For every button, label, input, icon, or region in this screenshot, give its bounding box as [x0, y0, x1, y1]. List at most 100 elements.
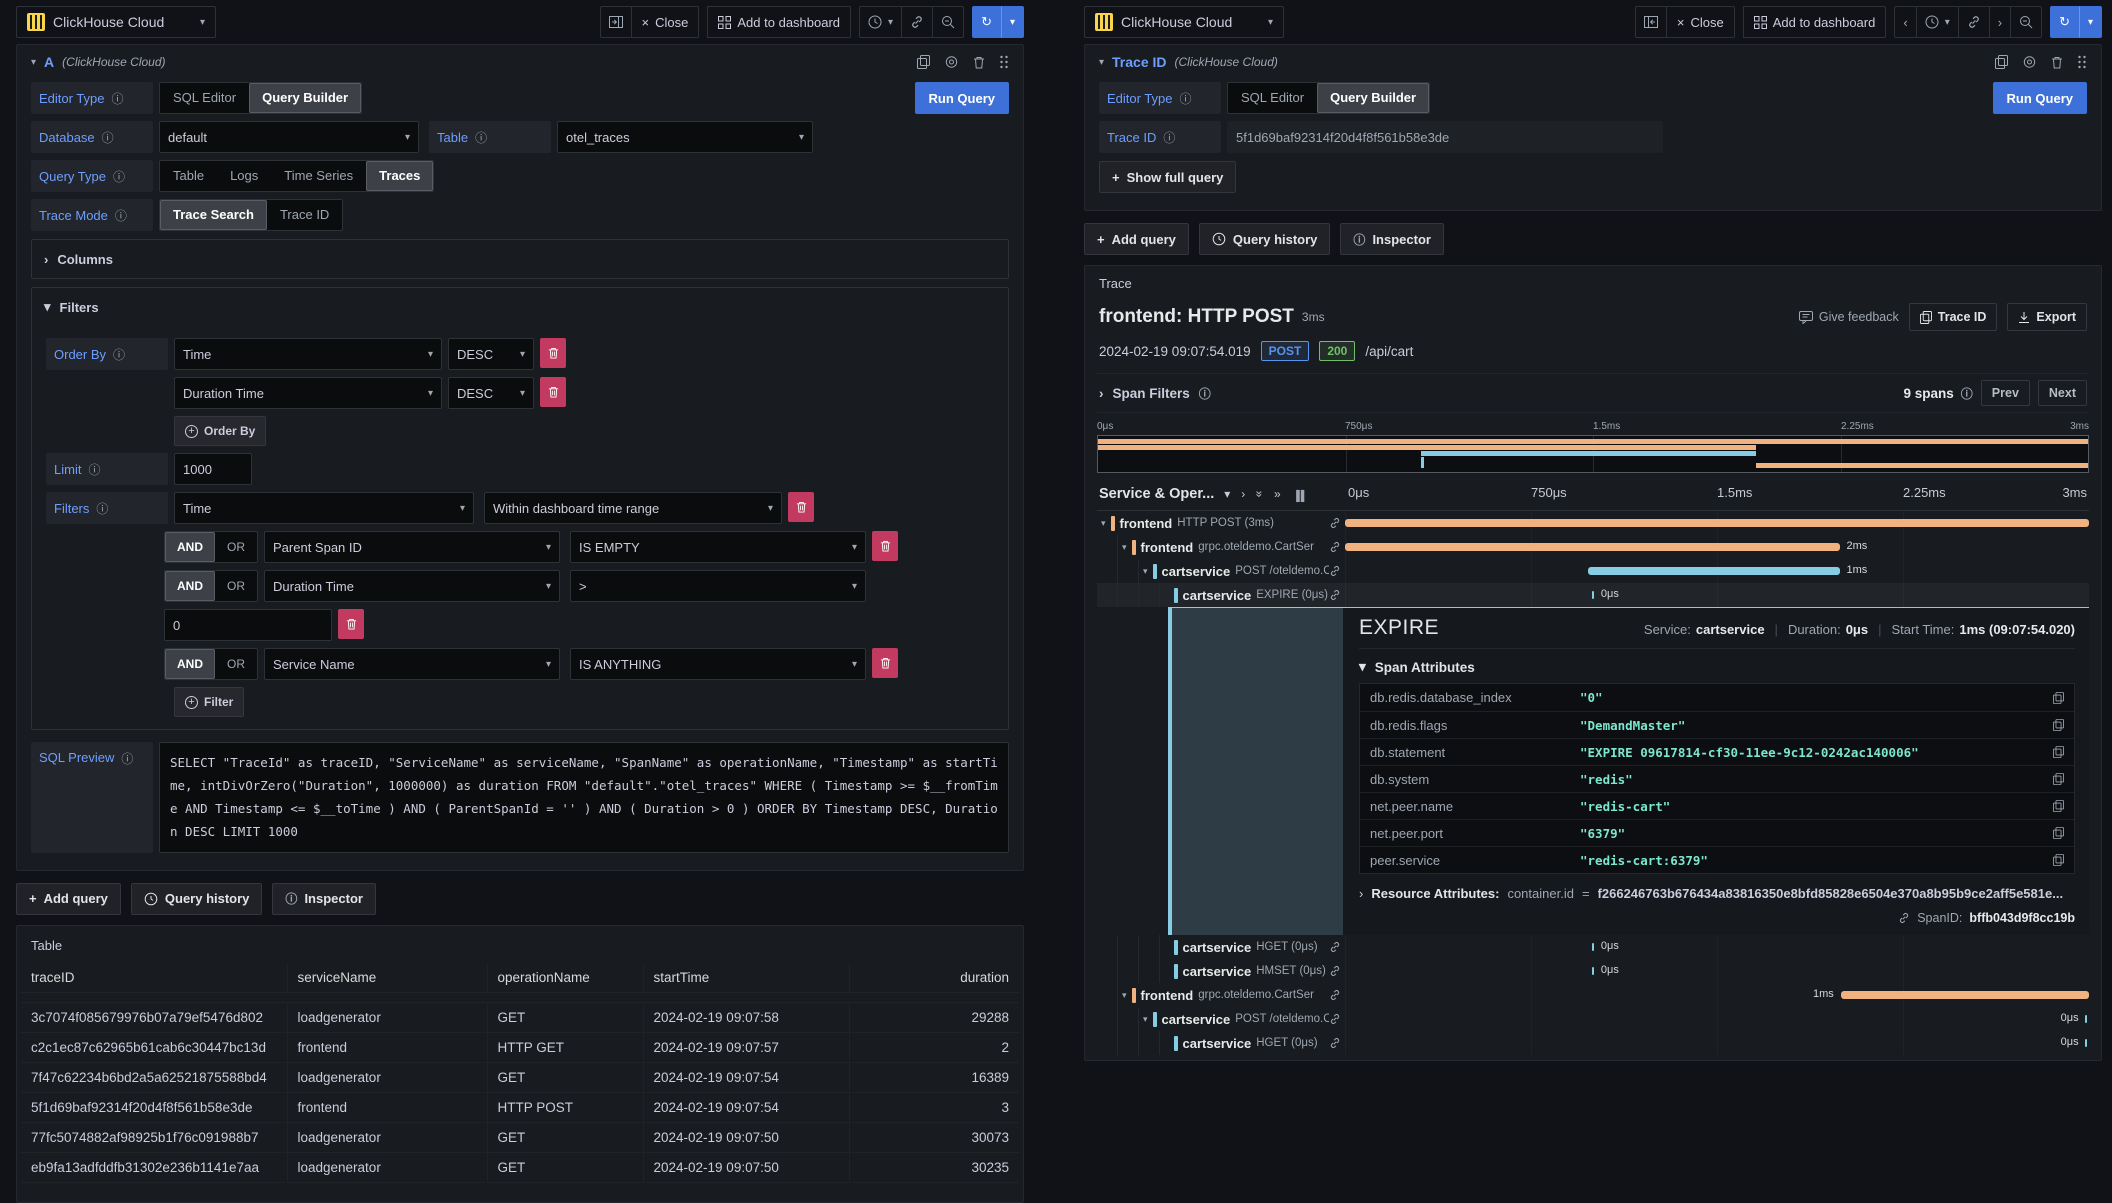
span-row[interactable]: ▾cartserviceHGET (0μs) 0μs [1097, 935, 2089, 959]
info-icon[interactable]: ⓘ [113, 168, 125, 185]
info-icon[interactable]: ⓘ [96, 500, 108, 517]
col-header-traceid[interactable]: traceID [21, 963, 287, 993]
or-option[interactable]: OR [215, 571, 257, 601]
query-builder-option[interactable]: Query Builder [249, 83, 361, 113]
copy-value-icon[interactable] [2043, 773, 2074, 785]
inspector-button[interactable]: ⓘInspector [1340, 223, 1444, 255]
column-resize-handle[interactable]: ▐▌ [1293, 491, 1309, 502]
time-picker-button[interactable]: ▾ [859, 6, 902, 38]
table-row[interactable]: 3c7074f085679976b07a79ef5476d802 loadgen… [21, 1002, 1019, 1032]
expand-all-icon[interactable]: » [1274, 487, 1281, 501]
span-expand-icon[interactable]: ▾ [1143, 566, 1148, 577]
share-link-button[interactable] [1958, 6, 1990, 38]
info-icon[interactable]: ⓘ [1163, 129, 1175, 146]
time-picker-button[interactable]: ▾ [1916, 6, 1959, 38]
span-row[interactable]: ▾cartserviceHMSET (0μs) 0μs [1097, 959, 2089, 983]
add-to-dashboard-button[interactable]: Add to dashboard [707, 6, 851, 38]
export-button[interactable]: Export [2007, 303, 2087, 331]
query-history-button[interactable]: Query history [131, 883, 263, 915]
copy-value-icon[interactable] [2043, 692, 2074, 704]
show-full-query-button[interactable]: +Show full query [1099, 161, 1236, 193]
refresh-interval-dropdown[interactable]: ▾ [1001, 6, 1024, 38]
trace-id-link[interactable]: 3c7074f085679976b07a79ef5476d802 [21, 1002, 287, 1032]
close-split-button[interactable]: × Close [1666, 6, 1735, 38]
info-icon[interactable]: ⓘ [113, 346, 125, 363]
table-row[interactable]: eb9fa13adfddfb31302e236b1141e7aa loadgen… [21, 1152, 1019, 1182]
copy-value-icon[interactable] [2043, 746, 2074, 758]
drag-handle-icon[interactable] [999, 55, 1009, 69]
query-history-button[interactable]: Query history [1199, 223, 1331, 255]
info-icon[interactable]: ⓘ [88, 461, 100, 478]
hide-query-icon[interactable] [944, 56, 959, 68]
or-option[interactable]: OR [215, 532, 257, 562]
info-icon[interactable]: ⓘ [115, 207, 127, 224]
collapse-one-icon[interactable]: ▾ [1224, 487, 1230, 501]
span-link-icon[interactable] [1329, 1013, 1341, 1025]
table-select[interactable]: otel_traces▾ [557, 121, 813, 153]
add-filter-button[interactable]: +Filter [174, 687, 244, 717]
add-query-button[interactable]: +Add query [1084, 223, 1189, 255]
database-select[interactable]: default▾ [159, 121, 419, 153]
info-icon[interactable]: ⓘ [475, 129, 487, 146]
zoom-out-button[interactable] [2010, 6, 2042, 38]
table-row[interactable]: 77fc5074882af98925b1f76c091988b7 loadgen… [21, 1122, 1019, 1152]
collapse-all-icon[interactable]: » [1253, 490, 1267, 497]
share-link-button[interactable] [901, 6, 933, 38]
remove-filter-button[interactable] [338, 609, 364, 639]
span-expand-icon[interactable]: ▾ [1122, 990, 1127, 1001]
info-icon[interactable]: ⓘ [121, 750, 133, 767]
split-pane-button[interactable] [1635, 6, 1667, 38]
and-option[interactable]: AND [165, 571, 215, 601]
trace-mode-search[interactable]: Trace Search [160, 200, 267, 230]
span-link-icon[interactable] [1329, 565, 1341, 577]
span-expand-icon[interactable]: ▾ [1122, 542, 1127, 553]
col-header-servicename[interactable]: serviceName [287, 963, 487, 993]
col-header-duration[interactable]: duration [849, 963, 1019, 993]
sync-time-right-button[interactable]: › [1989, 6, 2011, 38]
filter-op-select[interactable]: >▾ [570, 570, 866, 602]
info-icon[interactable]: ⓘ [1961, 385, 1973, 402]
collapse-query-icon[interactable]: ▾ [1099, 57, 1104, 68]
span-row[interactable]: ▾cartservicePOST /oteldemo.CartService 1… [1097, 559, 2089, 583]
span-row[interactable]: ▾cartserviceHGET (0μs) 0μs [1097, 1031, 2089, 1055]
span-link-icon[interactable] [1329, 941, 1341, 953]
run-query-button[interactable]: Run Query [915, 82, 1009, 114]
next-span-button[interactable]: Next [2038, 380, 2087, 406]
sync-time-left-button[interactable]: ‹ [1894, 6, 1916, 38]
remove-order-by-button[interactable] [540, 377, 566, 407]
span-filters-toggle[interactable]: › Span Filters ⓘ [1099, 385, 1211, 402]
info-icon[interactable]: ⓘ [1199, 385, 1211, 402]
trace-id-input[interactable]: 5f1d69baf92314f20d4f8f561b58e3de [1227, 121, 1663, 153]
table-row[interactable]: 5f1d69baf92314f20d4f8f561b58e3de fronten… [21, 1092, 1019, 1122]
span-row[interactable]: ▾cartservicePOST /oteldemo.CartService 0… [1097, 1007, 2089, 1031]
refresh-button[interactable]: ↻ [972, 6, 1001, 38]
span-link-icon[interactable] [1329, 965, 1341, 977]
filter-field-select[interactable]: Parent Span ID▾ [264, 531, 560, 563]
and-option[interactable]: AND [165, 649, 215, 679]
datasource-picker[interactable]: ClickHouse Cloud ▾ [16, 6, 216, 38]
col-header-operationname[interactable]: operationName [487, 963, 643, 993]
col-header-starttime[interactable]: startTime [643, 963, 849, 993]
copy-value-icon[interactable] [2043, 719, 2074, 731]
trace-id-copy-button[interactable]: Trace ID [1909, 303, 1998, 331]
copy-value-icon[interactable] [2043, 827, 2074, 839]
span-row[interactable]: ▾frontendHTTP POST (3ms) [1097, 511, 2089, 535]
prev-span-button[interactable]: Prev [1981, 380, 2030, 406]
columns-section-header[interactable]: › Columns [32, 240, 1008, 278]
trace-id-link[interactable]: 7f47c62234b6bd2a5a62521875588bd4 [21, 1062, 287, 1092]
trace-id-link[interactable]: 5f1d69baf92314f20d4f8f561b58e3de [21, 1092, 287, 1122]
filter-field-select[interactable]: Time▾ [174, 492, 474, 524]
service-operation-header[interactable]: Service & Oper... [1099, 486, 1214, 502]
limit-input[interactable]: 1000 [174, 453, 252, 485]
drag-handle-icon[interactable] [2077, 55, 2087, 69]
refresh-interval-dropdown[interactable]: ▾ [2079, 6, 2102, 38]
zoom-out-button[interactable] [932, 6, 964, 38]
remove-filter-button[interactable] [872, 648, 898, 678]
hide-query-icon[interactable] [2022, 56, 2037, 68]
minimap-canvas[interactable] [1097, 435, 2089, 473]
span-expand-icon[interactable]: ▾ [1143, 1014, 1148, 1025]
order-by-field-select[interactable]: Duration Time▾ [174, 377, 442, 409]
filter-value-input[interactable]: 0 [164, 609, 332, 641]
copy-value-icon[interactable] [2043, 800, 2074, 812]
link-icon[interactable] [1898, 912, 1910, 924]
